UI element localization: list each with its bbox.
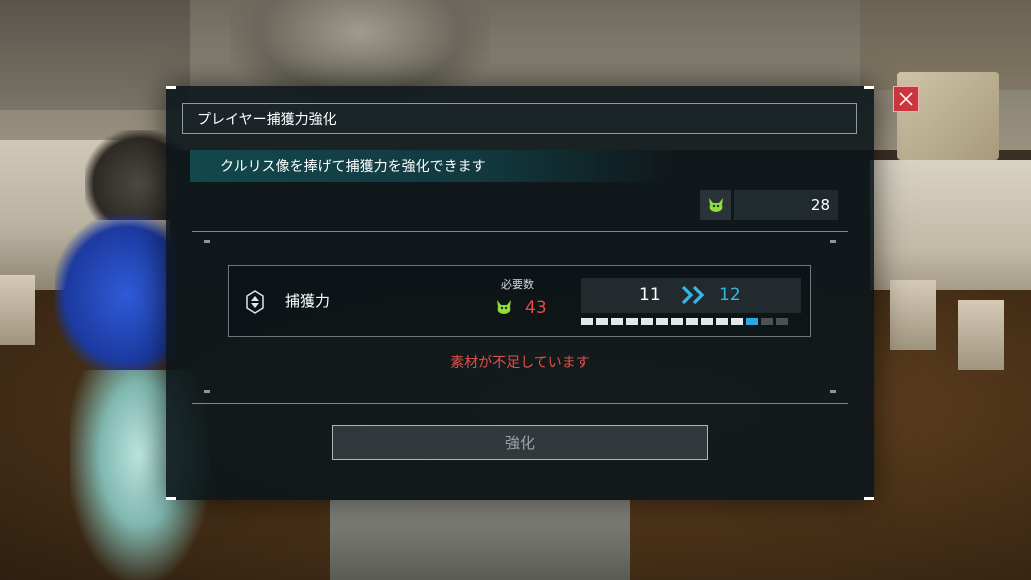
panel-corner	[864, 86, 874, 89]
progress-pip	[746, 318, 758, 325]
progress-pip	[626, 318, 638, 325]
wooden-post	[958, 300, 1004, 370]
current-level: 11	[639, 285, 661, 305]
progress-pip	[671, 318, 683, 325]
required-amount-value: 43	[525, 298, 547, 318]
required-amount-label: 必要数	[501, 278, 534, 291]
divider	[192, 403, 848, 404]
capture-power-icon	[246, 290, 264, 314]
lifmunk-effigy-icon	[497, 300, 511, 314]
wooden-post	[0, 275, 35, 345]
progress-pip	[641, 318, 653, 325]
next-level: 12	[719, 285, 741, 305]
divider-tick	[204, 240, 210, 243]
level-progress-bar	[581, 318, 788, 325]
progress-pip	[581, 318, 593, 325]
dialog-description-text: クルリス像を捧げて捕獲力を強化できます	[220, 159, 486, 175]
wooden-post	[890, 280, 936, 350]
insufficient-materials-warning: 素材が不足しています	[450, 355, 590, 371]
progress-pip	[656, 318, 668, 325]
double-chevron-right-icon	[681, 285, 705, 305]
dialog-title: プレイヤー捕獲力強化	[182, 103, 857, 134]
dialog-description: クルリス像を捧げて捕獲力を強化できます	[190, 150, 670, 182]
statue-pedestal	[330, 500, 630, 580]
progress-pip	[776, 318, 788, 325]
divider	[192, 231, 848, 232]
divider-tick	[830, 240, 836, 243]
progress-pip	[761, 318, 773, 325]
divider-tick	[204, 390, 210, 393]
close-icon	[899, 92, 913, 106]
progress-pip	[716, 318, 728, 325]
owned-effigy-counter: 28	[700, 190, 838, 220]
owned-effigy-icon-cell	[700, 190, 731, 220]
panel-corner	[864, 497, 874, 500]
owned-effigy-count: 28	[734, 190, 838, 220]
player-character-hair	[55, 215, 175, 375]
capture-power-row: 捕獲力 必要数 43 11 12	[228, 265, 811, 337]
panel-corner	[166, 86, 176, 89]
lifmunk-effigy-icon	[708, 198, 723, 212]
progress-pip	[731, 318, 743, 325]
panel-corner	[166, 497, 176, 500]
progress-pip	[596, 318, 608, 325]
progress-pip	[611, 318, 623, 325]
progress-pip	[701, 318, 713, 325]
close-button[interactable]	[893, 86, 919, 112]
capture-power-label: 捕獲力	[285, 292, 331, 310]
enhance-button[interactable]: 強化	[332, 425, 708, 460]
level-display: 11 12	[581, 278, 801, 313]
progress-pip	[686, 318, 698, 325]
background-wall-left	[0, 0, 190, 110]
divider-tick	[830, 390, 836, 393]
